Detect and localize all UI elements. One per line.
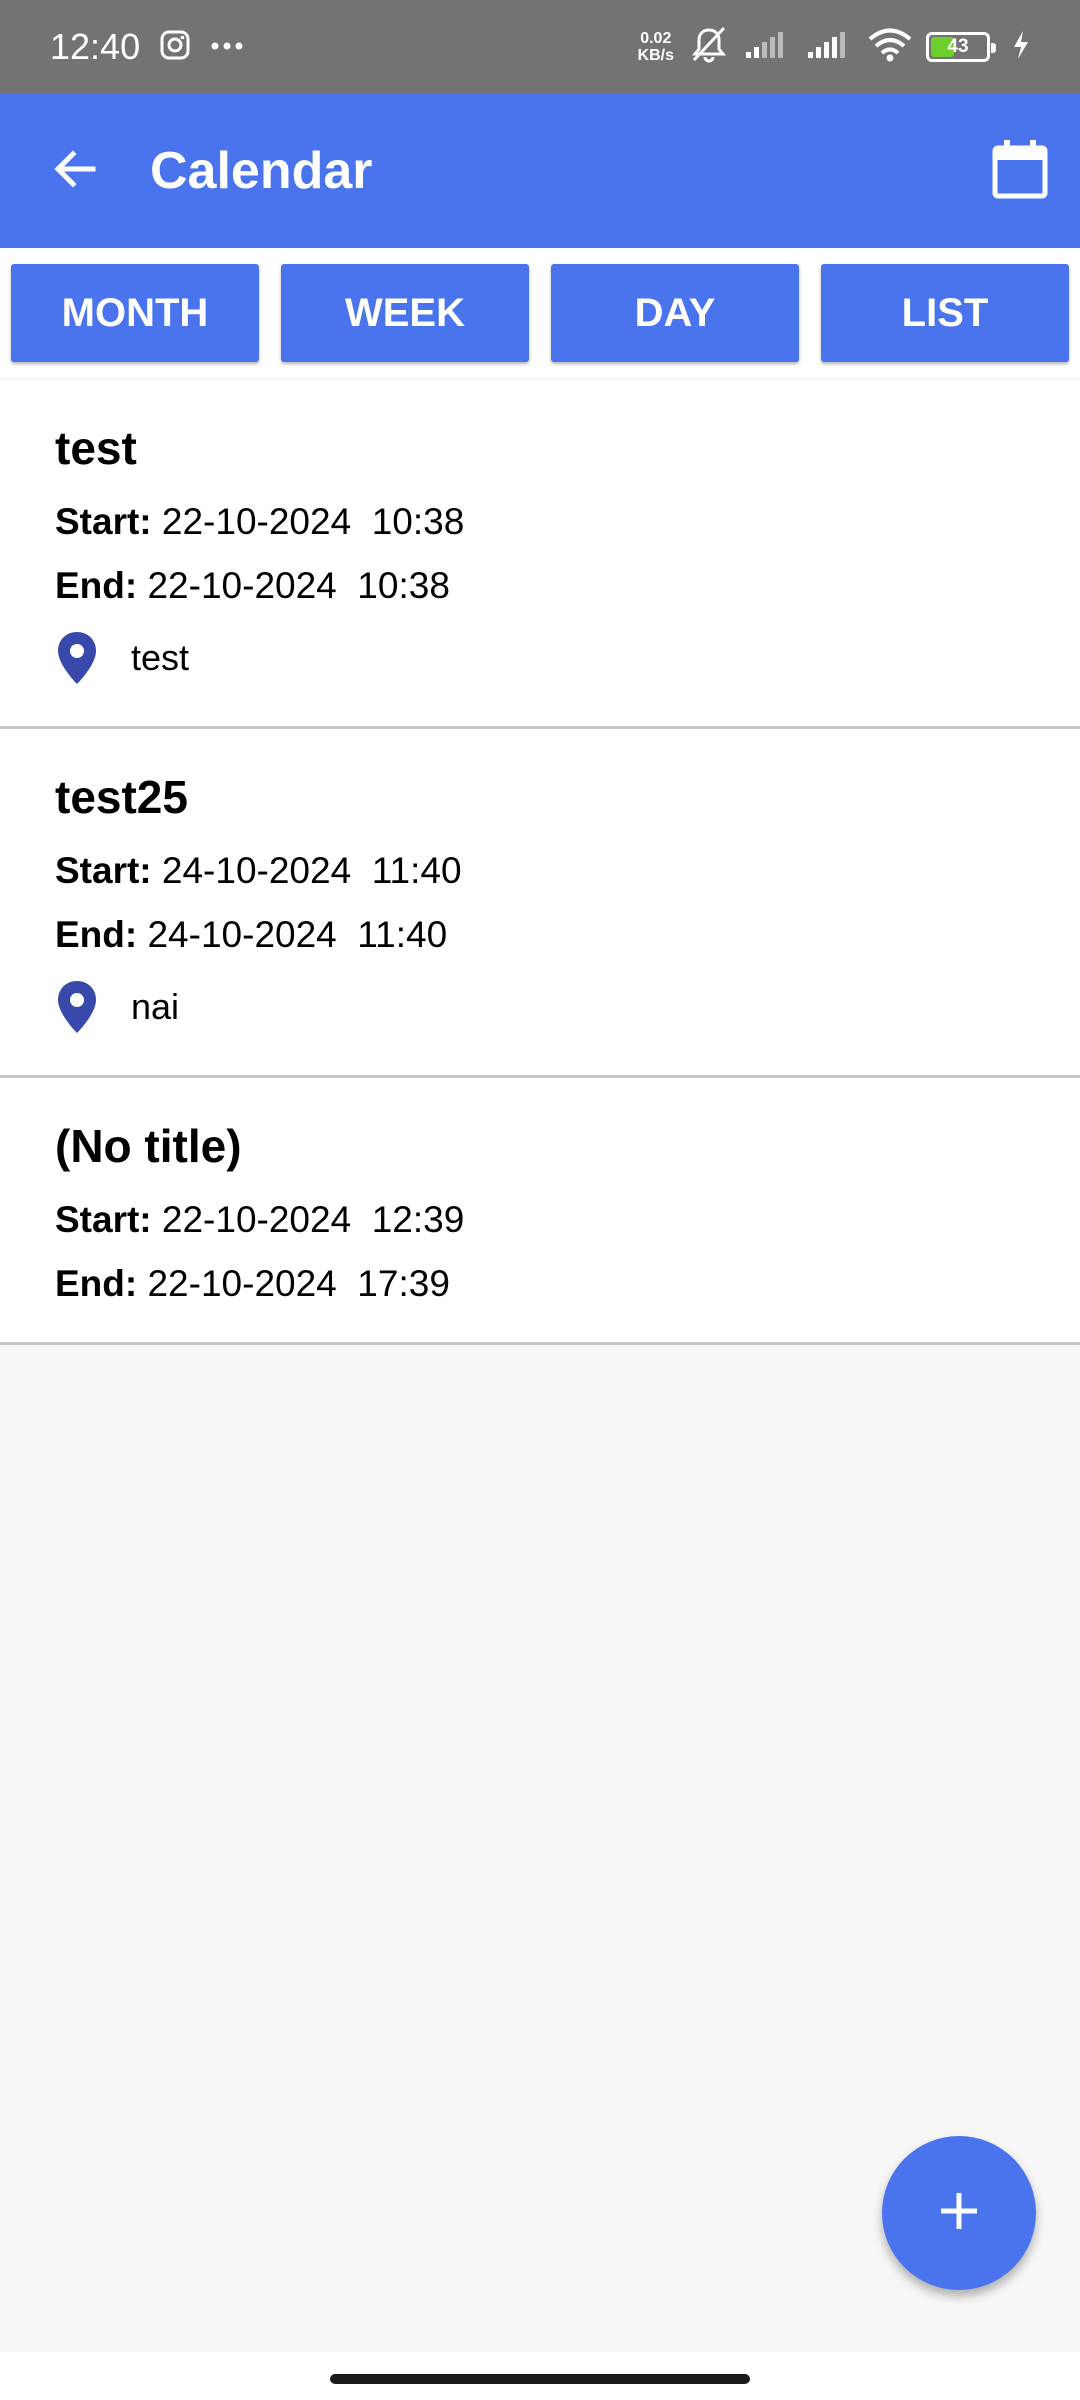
plus-icon (935, 2187, 983, 2240)
status-bar: 12:40 0.02 KB/s 43 (0, 0, 1080, 94)
home-indicator[interactable] (330, 2374, 750, 2384)
add-event-button[interactable] (882, 2136, 1036, 2290)
start-label: Start: (55, 850, 152, 891)
end-label: End: (55, 1263, 138, 1304)
event-title: test (55, 422, 137, 474)
arrow-back-icon (51, 145, 99, 198)
event-end: End: 22-10-2024 17:39 (55, 1262, 1025, 1306)
status-time: 12:40 (50, 26, 141, 67)
back-button[interactable] (0, 94, 150, 248)
event-location: test (55, 628, 1025, 688)
start-label: Start: (55, 1199, 152, 1240)
start-value: 24-10-2024 11:40 (161, 850, 462, 891)
mute-icon (688, 26, 730, 69)
event-card[interactable]: test Start: 22-10-2024 10:38 End: 22-10-… (0, 380, 1080, 729)
calendar-icon (991, 138, 1049, 205)
instagram-icon (160, 30, 190, 65)
event-end: End: 22-10-2024 10:38 (55, 564, 1025, 608)
end-value: 24-10-2024 11:40 (147, 914, 448, 955)
location-text: test (131, 637, 190, 678)
event-end: End: 24-10-2024 11:40 (55, 913, 1025, 957)
end-value: 22-10-2024 10:38 (147, 565, 450, 606)
tab-week[interactable]: WEEK (281, 264, 529, 362)
location-pin-icon (55, 630, 115, 686)
page-title: Calendar (150, 142, 373, 200)
wifi-icon (868, 28, 912, 67)
event-start: Start: 22-10-2024 12:39 (55, 1198, 1025, 1242)
event-location: nai (55, 977, 1025, 1037)
battery-icon: 43 (926, 32, 996, 62)
location-text: nai (131, 986, 180, 1027)
signal-icon-2 (806, 30, 854, 65)
end-value: 22-10-2024 17:39 (147, 1263, 450, 1304)
tab-day[interactable]: DAY (551, 264, 799, 362)
battery-level: 43 (947, 36, 969, 57)
tab-month[interactable]: MONTH (11, 264, 259, 362)
start-value: 22-10-2024 12:39 (161, 1199, 465, 1240)
end-label: End: (55, 914, 138, 955)
start-label: Start: (55, 501, 152, 542)
end-label: End: (55, 565, 138, 606)
event-list: test Start: 22-10-2024 10:38 End: 22-10-… (0, 380, 1080, 1345)
event-card[interactable]: (No title) Start: 22-10-2024 12:39 End: … (0, 1078, 1080, 1345)
calendar-button[interactable] (960, 94, 1080, 248)
location-pin-icon (55, 979, 115, 1035)
charging-icon (1012, 30, 1030, 65)
navigation-bar (0, 2352, 1080, 2400)
more-dots-icon (210, 38, 244, 56)
event-title: (No title) (55, 1120, 242, 1172)
event-card[interactable]: test25 Start: 24-10-2024 11:40 End: 24-1… (0, 729, 1080, 1078)
event-start: Start: 22-10-2024 10:38 (55, 500, 1025, 544)
signal-icon (744, 30, 792, 65)
event-title: test25 (55, 771, 188, 823)
net-speed: 0.02 KB/s (638, 30, 674, 64)
net-speed-unit: KB/s (637, 47, 674, 64)
event-start: Start: 24-10-2024 11:40 (55, 849, 1025, 893)
tab-list[interactable]: LIST (821, 264, 1069, 362)
view-tabs: MONTH WEEK DAY LIST (0, 248, 1080, 378)
start-value: 22-10-2024 10:38 (161, 501, 465, 542)
net-speed-value: 0.02 (640, 30, 672, 47)
app-bar: Calendar (0, 94, 1080, 248)
